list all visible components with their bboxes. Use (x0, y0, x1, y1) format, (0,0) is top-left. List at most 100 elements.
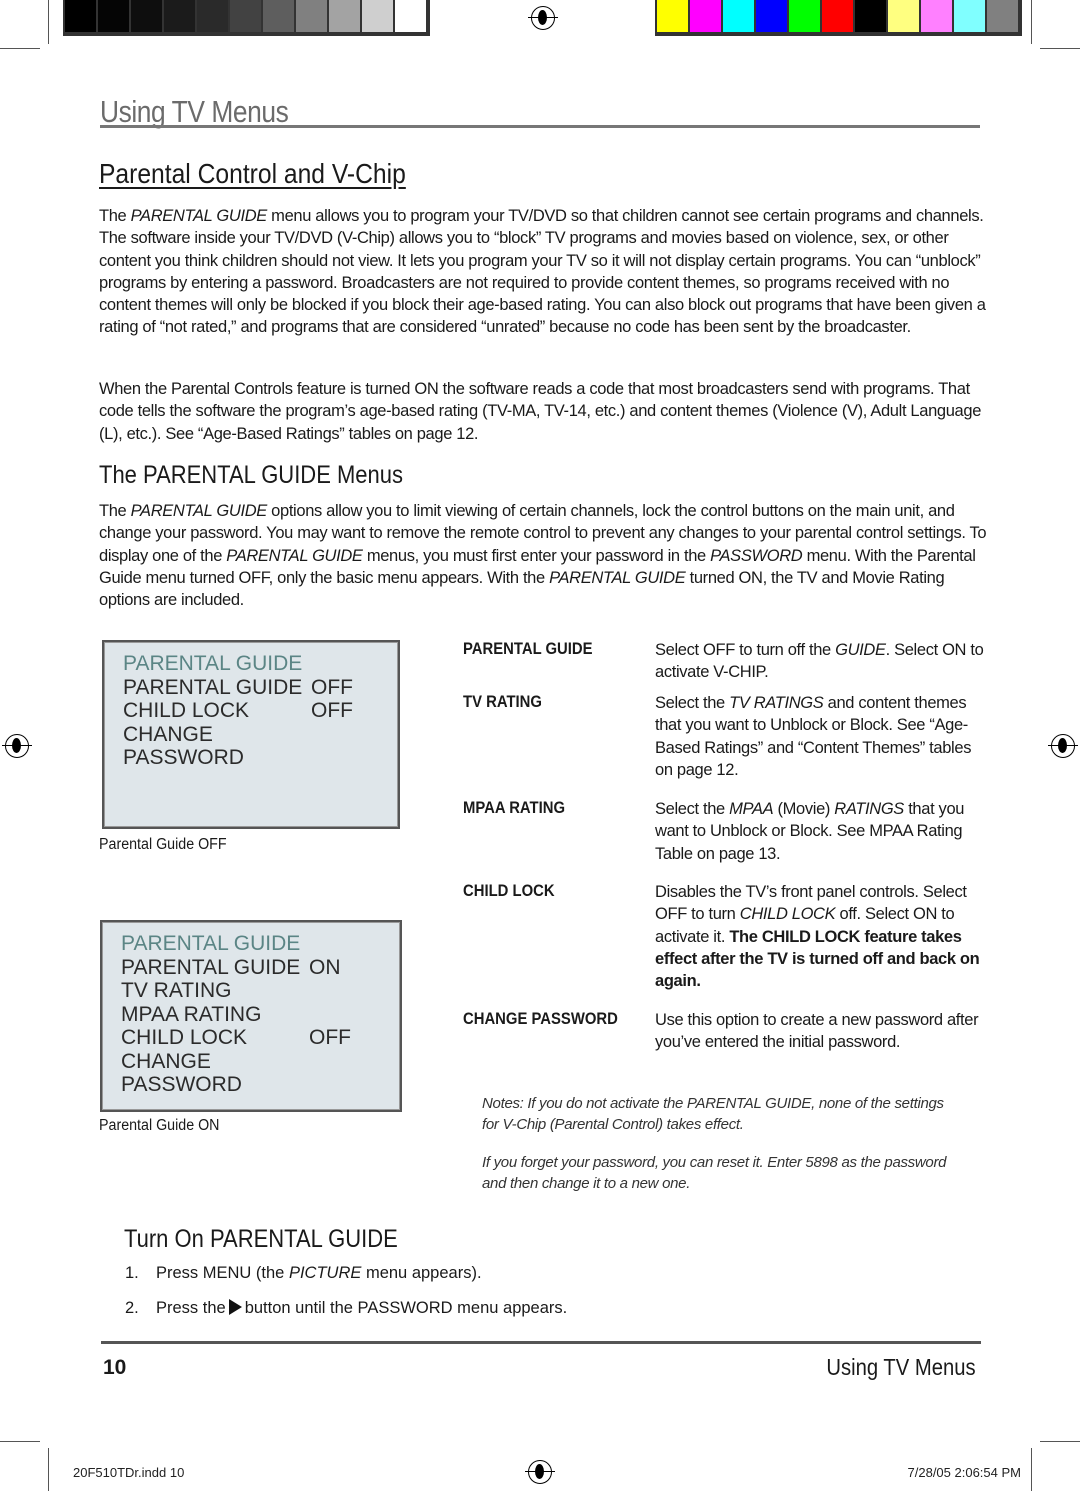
footer-section: Using TV Menus (826, 1354, 976, 1380)
option-label-tv-rating: TV RATING (463, 693, 542, 711)
text-run: PARENTAL GUIDE (130, 207, 268, 225)
text-run: CHILD LOCK (739, 905, 836, 924)
step-1: 1. Press MENU (the PICTURE menu appears). (125, 1264, 482, 1283)
osd-title: PARENTAL GUIDE (123, 652, 303, 675)
registration-mark-icon (2, 734, 32, 758)
menus-paragraph: The PARENTAL GUIDE options allow you to … (99, 500, 999, 611)
intro-paragraph-2: When the Parental Controls feature is tu… (99, 378, 999, 445)
color-swatch (855, 0, 886, 32)
caption-parental-guide-on: Parental Guide ON (99, 1117, 220, 1134)
text-run: The (99, 207, 131, 225)
osd-item-label: PARENTAL GUIDE (123, 675, 303, 699)
osd-menu-item: CHILD LOCK OFF (123, 699, 398, 723)
crop-mark (1031, 1448, 1032, 1491)
text-run: MPAA (729, 800, 774, 818)
option-desc-parental-guide: Select OFF to turn off the GUIDE. Select… (655, 639, 985, 684)
text-run: PICTURE (288, 1264, 362, 1282)
osd-parental-guide-on: PARENTAL GUIDE PARENTAL GUIDE ON TV RATING… (100, 920, 402, 1112)
step-text-before: Press the (156, 1299, 226, 1317)
text-run: RATINGS (834, 800, 904, 818)
turn-on-heading: Turn On PARENTAL GUIDE (124, 1225, 398, 1253)
crop-mark (48, 0, 49, 44)
color-swatch (263, 0, 294, 32)
option-label-change-password: CHANGE PASSWORD (463, 1010, 618, 1028)
crop-mark (0, 48, 40, 49)
color-swatch (65, 0, 96, 32)
text-run: Select the (655, 800, 730, 818)
osd-title: PARENTAL GUIDE (121, 932, 301, 955)
osd-menu-item: CHILD LOCK OFF (121, 1026, 400, 1050)
text-run: Press MENU (the (156, 1264, 289, 1282)
color-calibration-bar (655, 0, 1022, 36)
text-run: PARENTAL GUIDE (226, 546, 363, 565)
registration-mark-icon (528, 6, 558, 30)
osd-item-value: OFF (309, 1026, 351, 1049)
color-swatch (164, 0, 195, 32)
text-run: The (99, 502, 131, 520)
color-swatch (362, 0, 393, 32)
osd-item-value: ON (309, 955, 341, 979)
slug-date: 7/28/05 2:06:54 PM (907, 1465, 1021, 1480)
section-title: Parental Control and V-Chip (99, 158, 406, 189)
option-desc-mpaa-rating: Select the MPAA (Movie) RATINGS that you… (655, 798, 985, 865)
option-desc-change-password: Use this option to create a new password… (655, 1009, 985, 1054)
color-swatch (98, 0, 129, 32)
text-run: PARENTAL GUIDE (130, 502, 268, 520)
text-run: Select the (655, 694, 730, 712)
step-text: Press MENU (the PICTURE menu appears). (156, 1264, 482, 1282)
text-run: PARENTAL GUIDE (549, 568, 686, 587)
menus-heading: The PARENTAL GUIDE Menus (99, 461, 404, 489)
registration-mark-icon (525, 1460, 555, 1484)
color-swatch (131, 0, 162, 32)
text-run: menu allows you to program your TV/DVD s… (99, 207, 986, 337)
osd-menu-item: PARENTAL GUIDE OFF (123, 676, 398, 700)
osd-menu-item: TV RATING (121, 979, 400, 1003)
option-desc-child-lock: Disables the TV’s front panel controls. … (655, 881, 985, 992)
osd-item-label: CHANGE PASSWORD (123, 722, 244, 770)
crop-mark (1040, 1441, 1080, 1442)
color-swatch (230, 0, 261, 32)
step-number: 1. (125, 1264, 139, 1282)
color-swatch (888, 0, 919, 32)
crop-mark (48, 1448, 49, 1491)
color-swatch (395, 0, 426, 32)
text-run: menus, you must first enter your passwor… (362, 546, 711, 565)
color-swatch (197, 0, 228, 32)
crop-mark (1040, 48, 1080, 49)
osd-menu-item: CHANGE PASSWORD (121, 1050, 400, 1097)
text-run: TV RATINGS (729, 694, 824, 712)
osd-item-label: CHILD LOCK (121, 1026, 248, 1049)
step-text-after: button until the PASSWORD menu appears. (244, 1299, 568, 1317)
osd-item-value: OFF (311, 675, 353, 699)
step-2: 2. Press the button until the PASSWORD men… (125, 1299, 567, 1318)
color-swatch (822, 0, 853, 32)
option-label-parental-guide: PARENTAL GUIDE (463, 640, 593, 658)
color-swatch (954, 0, 985, 32)
osd-item-label: MPAA RATING (121, 1002, 262, 1026)
note-password-reset: If you forget your password, you can res… (482, 1154, 947, 1192)
osd-menu-item: PARENTAL GUIDE ON (121, 956, 400, 980)
option-desc-tv-rating: Select the TV RATINGS and content themes… (655, 692, 985, 781)
color-swatch (789, 0, 820, 32)
right-arrow-triangle-icon (228, 1299, 242, 1315)
osd-item-label: CHANGE PASSWORD (121, 1049, 242, 1097)
text-run: Use this option to create a new password… (655, 1011, 979, 1052)
osd-menu-item: CHANGE PASSWORD (123, 723, 398, 770)
intro-paragraph: The PARENTAL GUIDE menu allows you to pr… (99, 205, 999, 339)
color-swatch (329, 0, 360, 32)
color-swatch (723, 0, 754, 32)
grayscale-calibration-bar (63, 0, 430, 36)
text-run: GUIDE (835, 641, 886, 659)
page-number: 10 (103, 1356, 127, 1379)
header-rule (100, 125, 980, 128)
option-label-child-lock: CHILD LOCK (463, 882, 555, 900)
text-run: (Movie) (773, 800, 835, 818)
color-swatch (921, 0, 952, 32)
osd-menu-item: MPAA RATING (121, 1003, 400, 1027)
footer-rule (101, 1341, 981, 1344)
text-run: When the Parental Controls feature is tu… (99, 380, 982, 443)
osd-item-label: TV RATING (121, 979, 232, 1002)
color-swatch (756, 0, 787, 32)
text-run: Select OFF to turn off the (655, 641, 836, 659)
color-swatch (296, 0, 327, 32)
